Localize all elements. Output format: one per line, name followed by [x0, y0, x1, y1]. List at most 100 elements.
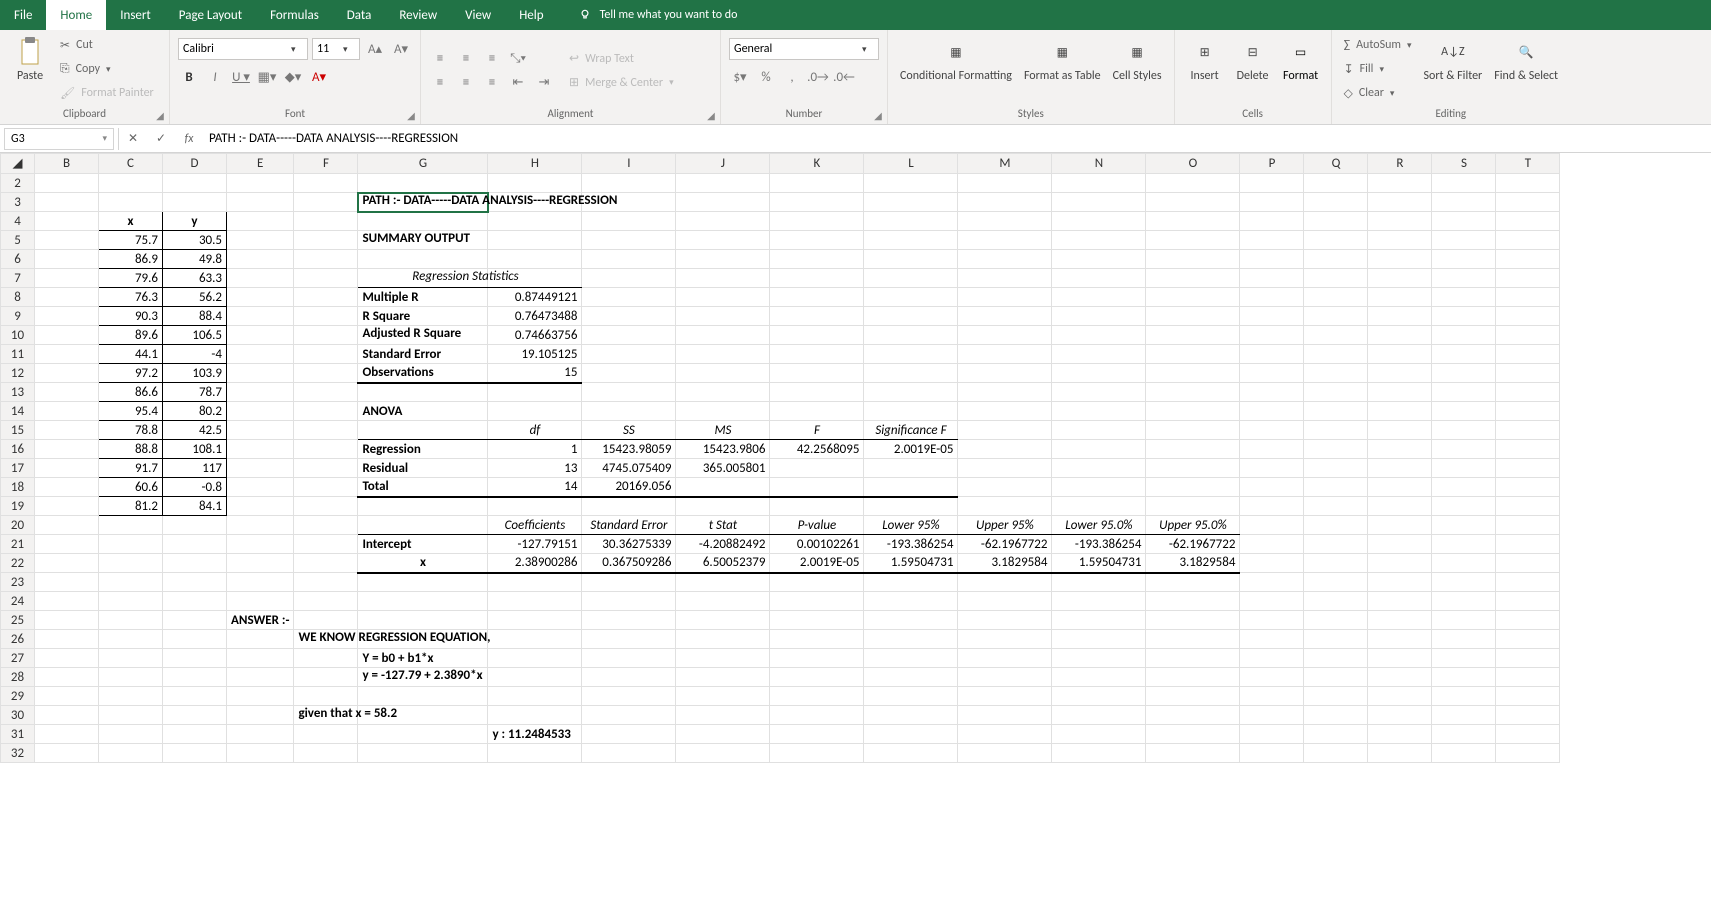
- cell-M3[interactable]: [958, 193, 1052, 212]
- cell-J20[interactable]: t Stat: [676, 516, 770, 535]
- cell-P3[interactable]: [1240, 193, 1304, 212]
- cell-R27[interactable]: [1368, 649, 1432, 668]
- cell-M10[interactable]: [958, 326, 1052, 345]
- cell-H30[interactable]: [488, 706, 582, 725]
- cell-R16[interactable]: [1368, 440, 1432, 459]
- cell-E27[interactable]: [227, 649, 294, 668]
- cell-S10[interactable]: [1432, 326, 1496, 345]
- cell-K27[interactable]: [770, 649, 864, 668]
- cell-I29[interactable]: [582, 687, 676, 706]
- cell-L30[interactable]: [864, 706, 958, 725]
- cell-N26[interactable]: [1052, 630, 1146, 649]
- cell-L2[interactable]: [864, 174, 958, 193]
- cell-J5[interactable]: [676, 231, 770, 250]
- cell-H12[interactable]: 15: [488, 364, 582, 383]
- cell-P16[interactable]: [1240, 440, 1304, 459]
- row-header-26[interactable]: 26: [1, 630, 35, 649]
- cell-C11[interactable]: 44.1: [99, 345, 163, 364]
- comma-format-icon[interactable]: ,: [781, 66, 803, 88]
- cell-I14[interactable]: [582, 402, 676, 421]
- cell-S8[interactable]: [1432, 288, 1496, 307]
- cell-G4[interactable]: [358, 212, 488, 231]
- cell-N28[interactable]: [1052, 668, 1146, 687]
- cell-E31[interactable]: [227, 725, 294, 744]
- cell-K30[interactable]: [770, 706, 864, 725]
- cell-P4[interactable]: [1240, 212, 1304, 231]
- cell-D3[interactable]: [163, 193, 227, 212]
- cell-C28[interactable]: [99, 668, 163, 687]
- row-header-23[interactable]: 23: [1, 573, 35, 592]
- cell-H8[interactable]: 0.87449121: [488, 288, 582, 307]
- row-header-12[interactable]: 12: [1, 364, 35, 383]
- cell-D8[interactable]: 56.2: [163, 288, 227, 307]
- row-header-6[interactable]: 6: [1, 250, 35, 269]
- cell-O11[interactable]: [1146, 345, 1240, 364]
- cell-O26[interactable]: [1146, 630, 1240, 649]
- cell-F6[interactable]: [294, 250, 358, 269]
- cell-J27[interactable]: [676, 649, 770, 668]
- cell-S6[interactable]: [1432, 250, 1496, 269]
- tab-view[interactable]: View: [451, 0, 505, 30]
- cell-L31[interactable]: [864, 725, 958, 744]
- cell-K8[interactable]: [770, 288, 864, 307]
- find-select-button[interactable]: 🔍Find & Select: [1490, 34, 1562, 85]
- cell-C18[interactable]: 60.6: [99, 478, 163, 497]
- cell-P22[interactable]: [1240, 554, 1304, 573]
- cell-P31[interactable]: [1240, 725, 1304, 744]
- cell-N31[interactable]: [1052, 725, 1146, 744]
- cell-D15[interactable]: 42.5: [163, 421, 227, 440]
- cell-I27[interactable]: [582, 649, 676, 668]
- cell-O10[interactable]: [1146, 326, 1240, 345]
- cell-F4[interactable]: [294, 212, 358, 231]
- cell-B19[interactable]: [35, 497, 99, 516]
- cell-D16[interactable]: 108.1: [163, 440, 227, 459]
- cell-O5[interactable]: [1146, 231, 1240, 250]
- cell-F22[interactable]: [294, 554, 358, 573]
- cell-N5[interactable]: [1052, 231, 1146, 250]
- cell-D5[interactable]: 30.5: [163, 231, 227, 250]
- cell-J25[interactable]: [676, 611, 770, 630]
- cell-E29[interactable]: [227, 687, 294, 706]
- cell-N20[interactable]: Lower 95.0%: [1052, 516, 1146, 535]
- cell-L13[interactable]: [864, 383, 958, 402]
- cell-L17[interactable]: [864, 459, 958, 478]
- cell-Q7[interactable]: [1304, 269, 1368, 288]
- cell-B18[interactable]: [35, 478, 99, 497]
- cell-Q3[interactable]: [1304, 193, 1368, 212]
- cell-M30[interactable]: [958, 706, 1052, 725]
- row-header-16[interactable]: 16: [1, 440, 35, 459]
- cell-T24[interactable]: [1496, 592, 1560, 611]
- cell-J21[interactable]: -4.20882492: [676, 535, 770, 554]
- cell-R14[interactable]: [1368, 402, 1432, 421]
- cell-J32[interactable]: [676, 744, 770, 763]
- row-header-30[interactable]: 30: [1, 706, 35, 725]
- cell-N16[interactable]: [1052, 440, 1146, 459]
- cell-J3[interactable]: [676, 193, 770, 212]
- font-name-input[interactable]: [179, 42, 287, 56]
- row-header-8[interactable]: 8: [1, 288, 35, 307]
- cell-S30[interactable]: [1432, 706, 1496, 725]
- cell-P24[interactable]: [1240, 592, 1304, 611]
- name-box[interactable]: G3▾: [4, 128, 114, 150]
- accounting-format-icon[interactable]: $▾: [729, 66, 751, 88]
- cell-S16[interactable]: [1432, 440, 1496, 459]
- cell-D2[interactable]: [163, 174, 227, 193]
- cell-F16[interactable]: [294, 440, 358, 459]
- cell-F11[interactable]: [294, 345, 358, 364]
- number-format-combo[interactable]: ▾: [729, 38, 879, 60]
- cell-B13[interactable]: [35, 383, 99, 402]
- cell-L8[interactable]: [864, 288, 958, 307]
- cell-J9[interactable]: [676, 307, 770, 326]
- cell-E12[interactable]: [227, 364, 294, 383]
- cell-J23[interactable]: [676, 573, 770, 592]
- cell-K17[interactable]: [770, 459, 864, 478]
- align-right-icon[interactable]: ≡: [481, 72, 503, 94]
- cell-S3[interactable]: [1432, 193, 1496, 212]
- cell-K32[interactable]: [770, 744, 864, 763]
- cell-B14[interactable]: [35, 402, 99, 421]
- cell-G28[interactable]: y = -127.79 + 2.3890*x: [358, 668, 488, 687]
- border-button[interactable]: ▦▾: [256, 66, 278, 88]
- cell-S14[interactable]: [1432, 402, 1496, 421]
- cell-M21[interactable]: -62.1967722: [958, 535, 1052, 554]
- cell-K22[interactable]: 2.0019E-05: [770, 554, 864, 573]
